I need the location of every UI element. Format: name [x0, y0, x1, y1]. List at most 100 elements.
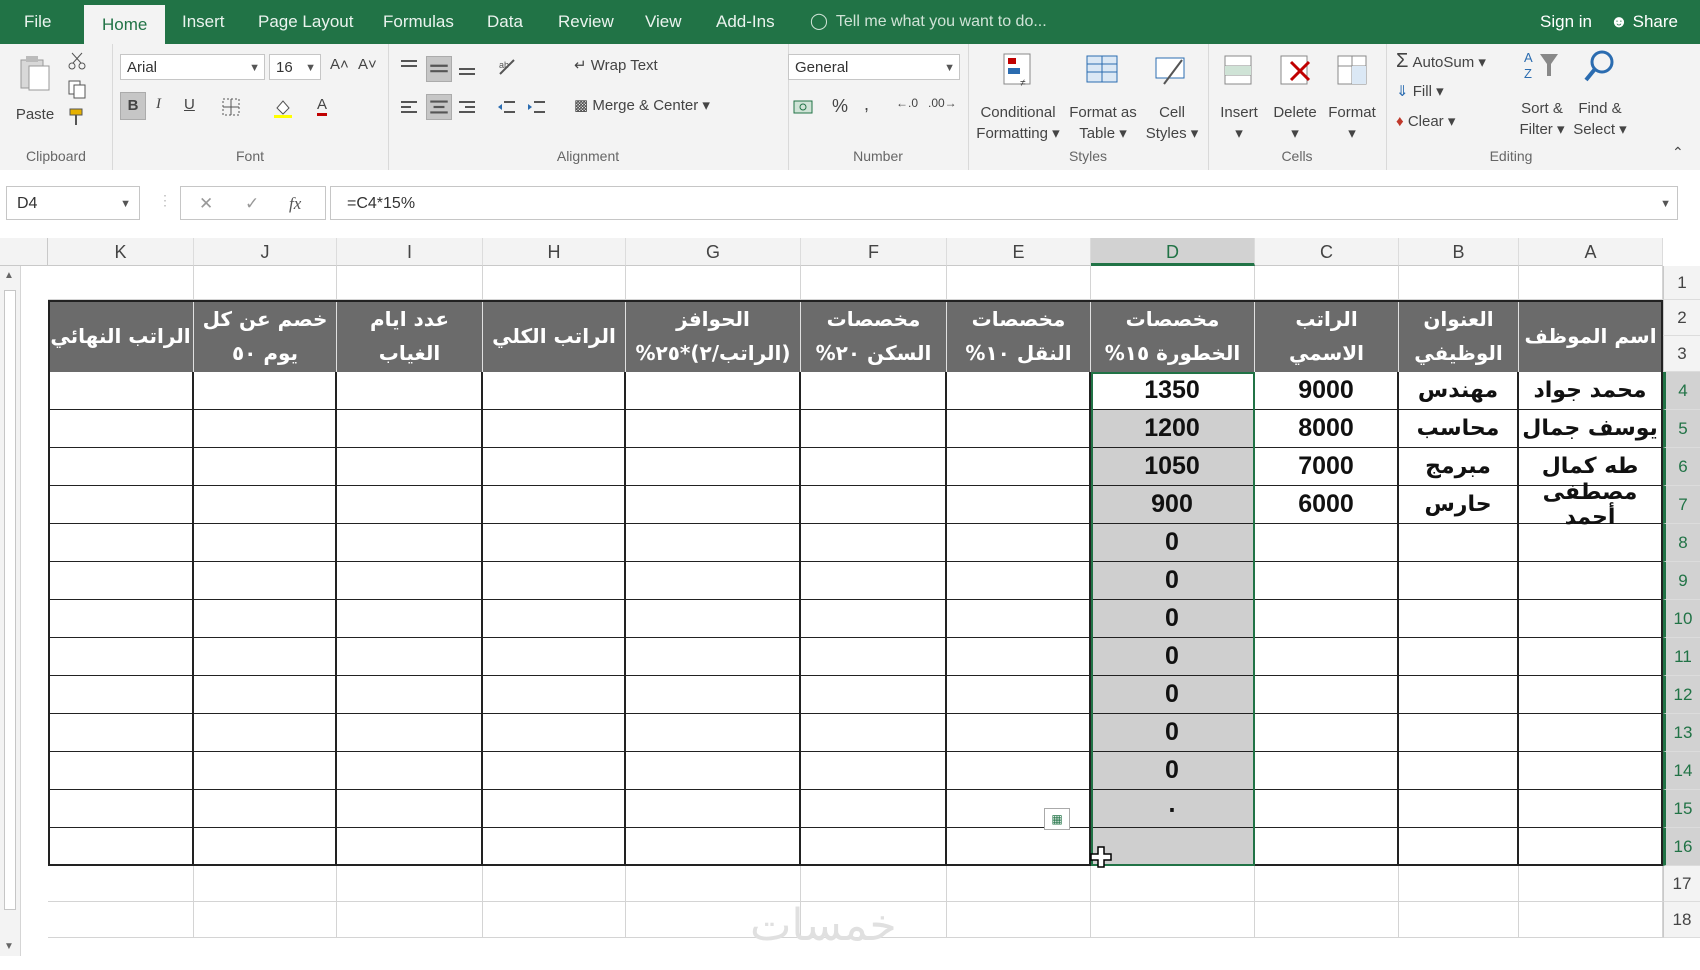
cell[interactable] — [626, 266, 801, 300]
row-header-16[interactable]: 16 — [1663, 828, 1700, 866]
row-header-2[interactable]: 2 — [1663, 300, 1700, 336]
scroll-up-icon[interactable]: ▲ — [4, 270, 14, 281]
cell[interactable] — [48, 266, 194, 300]
table-cell-d7[interactable]: 900 — [1091, 486, 1255, 524]
scroll-down-icon[interactable]: ▼ — [4, 941, 14, 952]
table-cell-e8[interactable] — [947, 524, 1091, 562]
delete-cells-button[interactable]: Delete ▾ — [1268, 50, 1322, 144]
table-cell-f7[interactable] — [801, 486, 947, 524]
table-cell-b6[interactable]: مبرمج — [1399, 448, 1519, 486]
row-header-6[interactable]: 6 — [1663, 448, 1700, 486]
row-header-9[interactable]: 9 — [1663, 562, 1700, 600]
cell[interactable] — [626, 866, 801, 902]
table-cell-h4[interactable] — [483, 372, 626, 410]
table-cell-c11[interactable] — [1255, 638, 1399, 676]
table-cell-b13[interactable] — [1399, 714, 1519, 752]
table-cell-k12[interactable] — [48, 676, 194, 714]
table-header-h[interactable]: الراتب الكلي — [483, 300, 626, 372]
find-select-button[interactable]: Find & Select ▾ — [1570, 46, 1630, 140]
tab-add-ins[interactable]: Add-Ins — [716, 0, 775, 44]
table-cell-g11[interactable] — [626, 638, 801, 676]
table-cell-b7[interactable]: حارس — [1399, 486, 1519, 524]
align-center-icon[interactable] — [426, 94, 452, 120]
italic-button[interactable]: I — [156, 96, 161, 113]
cell[interactable] — [947, 266, 1091, 300]
table-header-e[interactable]: مخصصات النقل ١٠% — [947, 300, 1091, 372]
table-cell-b9[interactable] — [1399, 562, 1519, 600]
table-cell-i4[interactable] — [337, 372, 483, 410]
table-cell-b5[interactable]: محاسب — [1399, 410, 1519, 448]
column-header-h[interactable]: H — [483, 238, 626, 266]
cell[interactable] — [337, 902, 483, 938]
table-cell-i15[interactable] — [337, 790, 483, 828]
table-cell-c14[interactable] — [1255, 752, 1399, 790]
column-header-g[interactable]: G — [626, 238, 801, 266]
table-cell-k8[interactable] — [48, 524, 194, 562]
table-header-a[interactable]: اسم الموظف — [1519, 300, 1663, 372]
table-cell-k13[interactable] — [48, 714, 194, 752]
merge-center-button[interactable]: ▩ Merge & Center ▾ — [574, 96, 710, 114]
cell[interactable] — [194, 866, 337, 902]
table-cell-d13[interactable]: 0 — [1091, 714, 1255, 752]
table-cell-k14[interactable] — [48, 752, 194, 790]
table-cell-a9[interactable] — [1519, 562, 1663, 600]
borders-icon[interactable] — [220, 96, 242, 118]
table-cell-e14[interactable] — [947, 752, 1091, 790]
table-cell-g6[interactable] — [626, 448, 801, 486]
table-cell-d6[interactable]: 1050 — [1091, 448, 1255, 486]
cancel-icon[interactable]: ✕ — [199, 187, 213, 221]
table-header-c[interactable]: الراتب الاسمي — [1255, 300, 1399, 372]
cell[interactable] — [1399, 266, 1519, 300]
row-header-12[interactable]: 12 — [1663, 676, 1700, 714]
table-cell-i14[interactable] — [337, 752, 483, 790]
table-cell-i8[interactable] — [337, 524, 483, 562]
autosum-button[interactable]: Σ AutoSum ▾ — [1396, 50, 1486, 73]
table-cell-e6[interactable] — [947, 448, 1091, 486]
table-cell-h5[interactable] — [483, 410, 626, 448]
table-cell-j6[interactable] — [194, 448, 337, 486]
table-cell-g5[interactable] — [626, 410, 801, 448]
row-header-7[interactable]: 7 — [1663, 486, 1700, 524]
expand-formula-icon[interactable]: ▼ — [1660, 187, 1671, 221]
increase-decimal-button[interactable]: ←.0 — [896, 96, 918, 110]
table-cell-g14[interactable] — [626, 752, 801, 790]
table-cell-b4[interactable]: مهندس — [1399, 372, 1519, 410]
table-cell-a12[interactable] — [1519, 676, 1663, 714]
table-cell-g15[interactable] — [626, 790, 801, 828]
table-cell-k10[interactable] — [48, 600, 194, 638]
cell[interactable] — [947, 902, 1091, 938]
table-cell-b15[interactable] — [1399, 790, 1519, 828]
table-cell-c13[interactable] — [1255, 714, 1399, 752]
collapse-ribbon-icon[interactable]: ⌃ — [1672, 144, 1684, 161]
table-cell-e5[interactable] — [947, 410, 1091, 448]
tab-view[interactable]: View — [645, 0, 682, 44]
table-cell-j7[interactable] — [194, 486, 337, 524]
row-header-14[interactable]: 14 — [1663, 752, 1700, 790]
cell[interactable] — [1519, 902, 1663, 938]
insert-function-button[interactable]: fx — [289, 187, 301, 221]
table-cell-j9[interactable] — [194, 562, 337, 600]
table-cell-k7[interactable] — [48, 486, 194, 524]
table-cell-j16[interactable] — [194, 828, 337, 866]
table-header-f[interactable]: مخصصات السكن ٢٠% — [801, 300, 947, 372]
tab-review[interactable]: Review — [558, 0, 614, 44]
cell[interactable] — [1255, 266, 1399, 300]
table-cell-i7[interactable] — [337, 486, 483, 524]
font-size-select[interactable]: 16 ▼ — [269, 54, 321, 80]
row-header-11[interactable]: 11 — [1663, 638, 1700, 676]
table-cell-d4[interactable]: 1350 — [1091, 372, 1255, 410]
table-cell-f14[interactable] — [801, 752, 947, 790]
fill-button[interactable]: ⇓ Fill ▾ — [1396, 82, 1444, 100]
comma-style-button[interactable]: , — [864, 94, 869, 115]
table-cell-d9[interactable]: 0 — [1091, 562, 1255, 600]
table-cell-k6[interactable] — [48, 448, 194, 486]
table-cell-b16[interactable] — [1399, 828, 1519, 866]
cell[interactable] — [1399, 902, 1519, 938]
worksheet-grid[interactable]: ▲ ▼ K J I H G F E D C B A 1 2 3 4 5 6 7 8 9 10 11 12 13 14 15 16 17… — [0, 234, 1700, 970]
row-header-8[interactable]: 8 — [1663, 524, 1700, 562]
table-header-b[interactable]: العنوان الوظيفي — [1399, 300, 1519, 372]
cell[interactable] — [1255, 902, 1399, 938]
table-cell-d8[interactable]: 0 — [1091, 524, 1255, 562]
column-header-i[interactable]: I — [337, 238, 483, 266]
table-cell-e10[interactable] — [947, 600, 1091, 638]
